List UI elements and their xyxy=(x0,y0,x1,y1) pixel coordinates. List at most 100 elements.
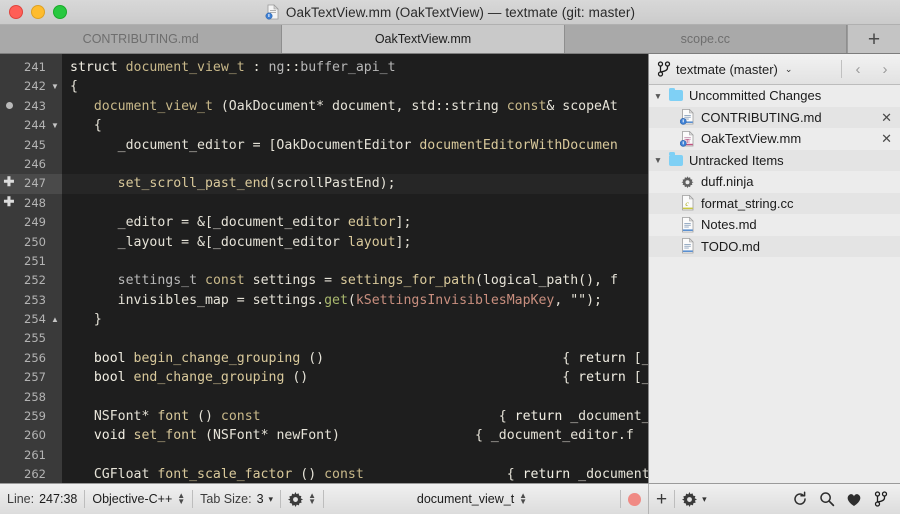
gutter-row[interactable]: 258 xyxy=(0,388,62,407)
gutter-row[interactable]: 249 xyxy=(0,213,62,232)
file-browser-group-row[interactable]: ▼Untracked Items xyxy=(649,150,900,172)
close-window-button[interactable] xyxy=(9,5,23,19)
file-browser-list[interactable]: ▼Uncommitted ChangesCONTRIBUTING.md✕mOak… xyxy=(649,85,900,483)
gutter-row[interactable]: 262 xyxy=(0,465,62,483)
gutter-row[interactable]: ✚248 xyxy=(0,194,62,213)
chevron-down-icon[interactable]: ▾ xyxy=(269,494,274,505)
file-browser-file-row[interactable]: Notes.md xyxy=(649,214,900,236)
code-token: void xyxy=(94,428,126,443)
code-line[interactable]: settings_t const settings = settings_for… xyxy=(62,271,648,290)
file-browser-file-row[interactable]: CONTRIBUTING.md✕ xyxy=(649,107,900,129)
gutter-row[interactable]: 250 xyxy=(0,233,62,252)
code-line[interactable] xyxy=(62,446,648,465)
gutter-row[interactable]: 245 xyxy=(0,136,62,155)
file-browser-file-row[interactable]: cformat_string.cc xyxy=(649,193,900,215)
maximize-window-button[interactable] xyxy=(53,5,67,19)
code-line[interactable]: CGFloat font_scale_factor () const { ret… xyxy=(62,465,648,483)
code-line[interactable]: _layout = &[_document_editor layout]; xyxy=(62,233,648,252)
nav-forward-button[interactable]: › xyxy=(874,61,896,78)
editor-gutter[interactable]: 241242▼243244▼245246✚247✚248249250251252… xyxy=(0,54,62,483)
line-indicator[interactable]: Line: 247:38 xyxy=(0,484,84,514)
file-browser-group-row[interactable]: ▼Uncommitted Changes xyxy=(649,85,900,107)
add-file-button[interactable]: + xyxy=(649,484,674,514)
gear-icon[interactable] xyxy=(682,492,697,507)
code-editor[interactable]: 241242▼243244▼245246✚247✚248249250251252… xyxy=(0,54,648,483)
search-icon[interactable] xyxy=(817,491,836,508)
gutter-row[interactable]: 255 xyxy=(0,329,62,348)
gutter-row[interactable]: 251 xyxy=(0,252,62,271)
tab-size-selector[interactable]: Tab Size: 3 ▾ xyxy=(193,484,280,514)
language-selector[interactable]: Objective-C++ ▲▼ xyxy=(85,484,192,514)
fold-toggle-icon[interactable]: ▼ xyxy=(48,116,62,135)
added-line-icon[interactable]: ✚ xyxy=(0,174,18,193)
close-icon[interactable]: ✕ xyxy=(875,111,892,124)
gutter-row[interactable]: 241 xyxy=(0,58,62,77)
browser-settings-menu[interactable]: ▾ xyxy=(675,484,714,514)
tab-oaktextview-mm[interactable]: OakTextView.mm xyxy=(282,25,564,53)
code-line[interactable]: document_view_t (OakDocument* document, … xyxy=(62,97,648,116)
gutter-row[interactable]: 243 xyxy=(0,97,62,116)
gutter-row[interactable]: 254▲ xyxy=(0,310,62,329)
close-icon[interactable]: ✕ xyxy=(875,132,892,145)
gutter-row[interactable]: 257 xyxy=(0,368,62,387)
code-line[interactable]: _document_editor = [OakDocumentEditor do… xyxy=(62,136,648,155)
tab-contributing-md[interactable]: CONTRIBUTING.md xyxy=(0,25,282,53)
file-browser-file-row[interactable]: duff.ninja xyxy=(649,171,900,193)
code-line[interactable]: bool begin_change_grouping () { return [… xyxy=(62,349,648,368)
new-tab-button[interactable]: + xyxy=(847,25,900,53)
code-line[interactable]: } xyxy=(62,310,648,329)
code-line[interactable]: invisibles_map = settings.get(kSettingsI… xyxy=(62,291,648,310)
bookmark-icon[interactable] xyxy=(0,97,18,116)
gutter-row[interactable]: 261 xyxy=(0,446,62,465)
gutter-row[interactable]: 256 xyxy=(0,349,62,368)
code-line[interactable]: NSFont* font () const { return _document… xyxy=(62,407,648,426)
gutter-row[interactable]: 253 xyxy=(0,291,62,310)
fold-toggle-icon[interactable]: ▲ xyxy=(48,310,62,329)
code-line[interactable]: set_scroll_past_end(scrollPastEnd); xyxy=(62,174,648,193)
tab-scope-cc[interactable]: scope.cc xyxy=(565,25,847,53)
code-line[interactable]: void set_font (NSFont* newFont) { _docum… xyxy=(62,426,648,445)
gutter-row[interactable]: 244▼ xyxy=(0,116,62,135)
file-browser-file-row[interactable]: TODO.md xyxy=(649,236,900,258)
code-line[interactable] xyxy=(62,388,648,407)
chevron-down-icon[interactable]: ⌄ xyxy=(785,64,793,75)
heart-icon[interactable] xyxy=(844,491,863,508)
disclosure-triangle-icon[interactable]: ▼ xyxy=(649,91,667,101)
minimize-window-button[interactable] xyxy=(31,5,45,19)
stepper-icon[interactable]: ▲▼ xyxy=(308,493,316,505)
code-line[interactable] xyxy=(62,155,648,174)
added-line-icon[interactable]: ✚ xyxy=(0,194,18,213)
code-line[interactable] xyxy=(62,194,648,213)
gutter-row[interactable]: 252 xyxy=(0,271,62,290)
gutter-row[interactable]: 260 xyxy=(0,426,62,445)
code-text-area[interactable]: struct document_view_t : ng::buffer_api_… xyxy=(62,54,648,483)
record-dot-icon[interactable] xyxy=(628,493,641,506)
gutter-row[interactable]: ✚247 xyxy=(0,174,62,193)
nav-back-button[interactable]: ‹ xyxy=(847,61,869,78)
gutter-row[interactable]: 246 xyxy=(0,155,62,174)
code-line[interactable]: _editor = &[_document_editor editor]; xyxy=(62,213,648,232)
code-line[interactable]: { xyxy=(62,77,648,96)
file-browser-file-row[interactable]: mOakTextView.mm✕ xyxy=(649,128,900,150)
symbol-selector[interactable]: document_view_t ▲▼ xyxy=(324,484,620,514)
code-line[interactable]: struct document_view_t : ng::buffer_api_… xyxy=(62,58,648,77)
chevron-down-icon[interactable]: ▾ xyxy=(702,494,707,505)
code-line[interactable] xyxy=(62,252,648,271)
refresh-icon[interactable] xyxy=(790,491,809,508)
bookmark-indicator[interactable] xyxy=(621,484,648,514)
code-token: return xyxy=(578,370,626,385)
code-line[interactable]: bool end_change_grouping () { return [_d… xyxy=(62,368,648,387)
disclosure-triangle-icon[interactable]: ▼ xyxy=(649,155,667,165)
gear-icon[interactable] xyxy=(288,492,303,507)
fold-toggle-icon[interactable]: ▼ xyxy=(48,77,62,96)
stepper-icon[interactable]: ▲▼ xyxy=(519,493,527,505)
branch-icon[interactable] xyxy=(871,491,890,508)
folder-icon xyxy=(667,155,684,166)
code-token: settings_for_path xyxy=(340,273,475,288)
gutter-row[interactable]: 242▼ xyxy=(0,77,62,96)
bundle-settings-menu[interactable]: ▲▼ xyxy=(281,484,323,514)
code-line[interactable]: { xyxy=(62,116,648,135)
gutter-row[interactable]: 259 xyxy=(0,407,62,426)
code-line[interactable] xyxy=(62,329,648,348)
stepper-icon[interactable]: ▲▼ xyxy=(177,493,185,505)
